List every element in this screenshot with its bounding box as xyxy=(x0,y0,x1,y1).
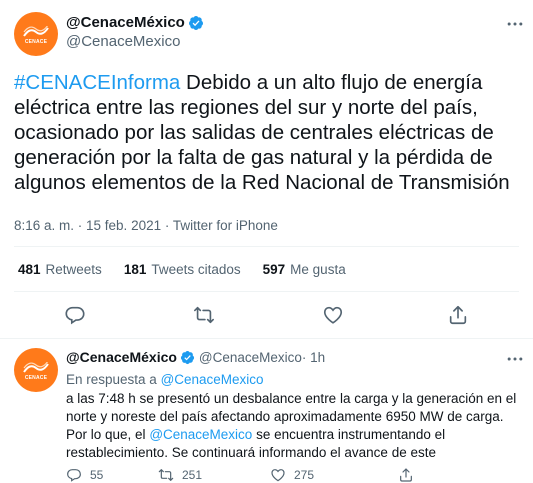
cenace-logo-icon xyxy=(23,362,49,373)
reply-icon xyxy=(67,469,81,482)
reply-retweet-button[interactable]: 251 xyxy=(158,466,270,483)
like-count: 275 xyxy=(294,468,315,482)
avatar-text: CENACE xyxy=(24,375,48,381)
reply-text: a las 7:48 h se presentó un desbalance e… xyxy=(66,390,521,462)
reply-actions: 55 251 275 xyxy=(66,466,516,483)
tweet-text: #CENACEInforma Debido a un alto flujo de… xyxy=(14,70,524,195)
retweet-icon[interactable] xyxy=(193,304,215,326)
share-icon[interactable] xyxy=(447,304,469,326)
in-reply-to-prefix: En respuesta a xyxy=(66,372,161,387)
verified-badge-icon xyxy=(188,15,203,30)
retweet-count: 251 xyxy=(182,468,203,482)
avatar-text: CENACE xyxy=(24,39,48,45)
reply-share-button[interactable] xyxy=(382,466,422,483)
like-icon xyxy=(271,469,285,482)
reply-reply-button[interactable]: 55 xyxy=(66,466,158,483)
reply-like-button[interactable]: 275 xyxy=(270,466,382,483)
tweet-meta[interactable]: 8:16 a. m. · 15 feb. 2021 · Twitter for … xyxy=(14,218,278,233)
like-icon[interactable] xyxy=(322,304,344,326)
hashtag-link[interactable]: #CENACEInforma xyxy=(14,71,180,94)
author-name-row: @CenaceMéxico xyxy=(66,14,204,31)
retweets-label[interactable]: Retweets xyxy=(46,262,102,277)
likes-label[interactable]: Me gusta xyxy=(290,262,346,277)
reply-count: 55 xyxy=(90,468,104,482)
reply-author-row: @CenaceMéxico @CenaceMexico · 1h xyxy=(66,349,325,365)
share-icon xyxy=(400,468,412,482)
in-reply-to: En respuesta a @CenaceMexico xyxy=(66,372,264,387)
divider xyxy=(14,291,519,292)
avatar[interactable]: CENACE xyxy=(14,12,58,56)
retweet-icon xyxy=(158,469,174,481)
retweets-count[interactable]: 481 xyxy=(18,262,41,277)
main-tweet: CENACE @CenaceMéxico @CenaceMexico #CENA… xyxy=(0,0,533,339)
author-handle[interactable]: @CenaceMexico xyxy=(66,33,180,50)
more-options-icon[interactable] xyxy=(505,349,525,369)
reply-mention-link[interactable]: @CenaceMexico xyxy=(149,427,252,442)
divider xyxy=(14,246,519,247)
quote-tweets-count[interactable]: 181 xyxy=(124,262,147,277)
tweet-actions xyxy=(0,304,533,328)
author-display-name[interactable]: @CenaceMéxico xyxy=(66,14,185,31)
in-reply-to-mention[interactable]: @CenaceMexico xyxy=(161,372,264,387)
more-options-icon[interactable] xyxy=(505,14,525,34)
reply-author-handle[interactable]: @CenaceMexico xyxy=(199,350,302,365)
reply-icon[interactable] xyxy=(64,304,86,326)
reply-author-display-name[interactable]: @CenaceMéxico xyxy=(66,349,177,365)
tweet-stats: 481 Retweets 181 Tweets citados 597 Me g… xyxy=(18,262,368,277)
cenace-logo-icon xyxy=(23,26,49,37)
likes-count[interactable]: 597 xyxy=(263,262,286,277)
author-handle-row: @CenaceMexico xyxy=(66,33,180,50)
verified-badge-icon xyxy=(180,350,194,364)
reply-time[interactable]: · 1h xyxy=(302,350,325,365)
quote-tweets-label[interactable]: Tweets citados xyxy=(151,262,240,277)
avatar[interactable]: CENACE xyxy=(14,348,58,392)
